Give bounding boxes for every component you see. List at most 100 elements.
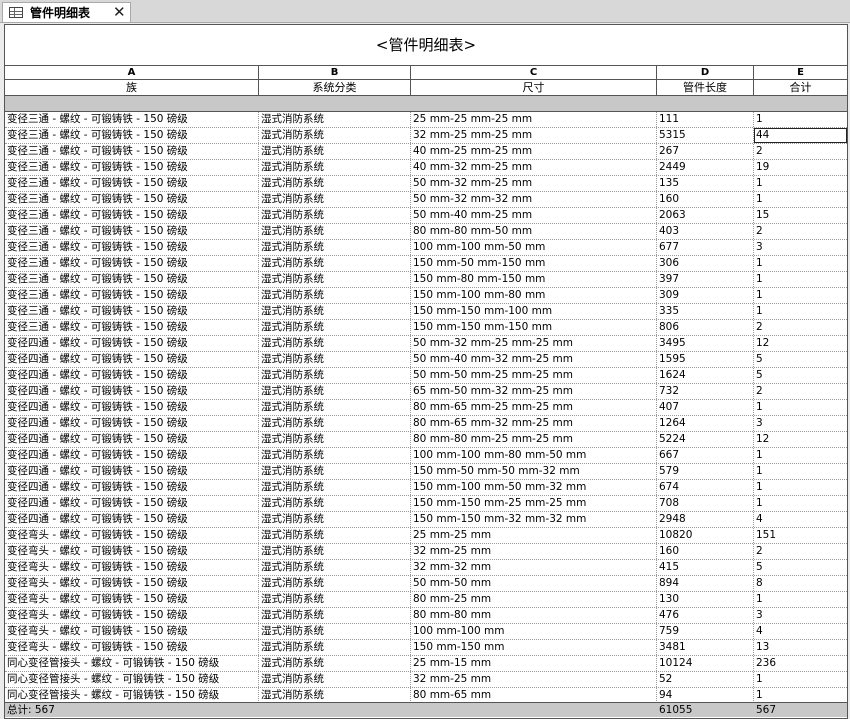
cell-size[interactable]: 150 mm-80 mm-150 mm [411, 272, 657, 287]
cell-length[interactable]: 579 [657, 464, 754, 479]
cell-family[interactable]: 变径四通 - 螺纹 - 可锻铸铁 - 150 磅级 [5, 480, 259, 495]
cell-length[interactable]: 130 [657, 592, 754, 607]
cell-system[interactable]: 湿式消防系统 [259, 608, 411, 623]
table-row[interactable]: 变径四通 - 螺纹 - 可锻铸铁 - 150 磅级 湿式消防系统 150 mm-15… [5, 496, 847, 512]
cell-length[interactable]: 397 [657, 272, 754, 287]
cell-size[interactable]: 100 mm-100 mm-50 mm [411, 240, 657, 255]
cell-size[interactable]: 50 mm-32 mm-25 mm-25 mm [411, 336, 657, 351]
cell-system[interactable]: 湿式消防系统 [259, 672, 411, 687]
column-letter-d[interactable]: D [657, 66, 754, 79]
cell-family[interactable]: 变径四通 - 螺纹 - 可锻铸铁 - 150 磅级 [5, 400, 259, 415]
cell-length[interactable]: 111 [657, 112, 754, 127]
cell-family[interactable]: 变径三通 - 螺纹 - 可锻铸铁 - 150 磅级 [5, 176, 259, 191]
cell-count[interactable]: 1 [754, 592, 847, 607]
cell-family[interactable]: 变径四通 - 螺纹 - 可锻铸铁 - 150 磅级 [5, 448, 259, 463]
cell-count[interactable]: 3 [754, 608, 847, 623]
cell-system[interactable]: 湿式消防系统 [259, 640, 411, 655]
cell-size[interactable]: 40 mm-32 mm-25 mm [411, 160, 657, 175]
cell-count[interactable]: 4 [754, 512, 847, 527]
header-size[interactable]: 尺寸 [411, 80, 657, 95]
cell-size[interactable]: 50 mm-32 mm-32 mm [411, 192, 657, 207]
cell-family[interactable]: 变径三通 - 螺纹 - 可锻铸铁 - 150 磅级 [5, 192, 259, 207]
cell-length[interactable]: 267 [657, 144, 754, 159]
cell-length[interactable]: 2948 [657, 512, 754, 527]
cell-count[interactable]: 2 [754, 384, 847, 399]
cell-count[interactable]: 44 [754, 128, 847, 143]
cell-family[interactable]: 变径三通 - 螺纹 - 可锻铸铁 - 150 磅级 [5, 304, 259, 319]
cell-family[interactable]: 变径四通 - 螺纹 - 可锻铸铁 - 150 磅级 [5, 416, 259, 431]
cell-size[interactable]: 65 mm-50 mm-32 mm-25 mm [411, 384, 657, 399]
cell-size[interactable]: 100 mm-100 mm-80 mm-50 mm [411, 448, 657, 463]
cell-size[interactable]: 50 mm-32 mm-25 mm [411, 176, 657, 191]
cell-count[interactable]: 12 [754, 336, 847, 351]
table-row[interactable]: 变径三通 - 螺纹 - 可锻铸铁 - 150 磅级 湿式消防系统 150 mm-10… [5, 288, 847, 304]
cell-count[interactable]: 2 [754, 144, 847, 159]
cell-family[interactable]: 变径三通 - 螺纹 - 可锻铸铁 - 150 磅级 [5, 128, 259, 143]
cell-family[interactable]: 变径三通 - 螺纹 - 可锻铸铁 - 150 磅级 [5, 224, 259, 239]
cell-size[interactable]: 25 mm-25 mm-25 mm [411, 112, 657, 127]
cell-system[interactable]: 湿式消防系统 [259, 560, 411, 575]
cell-count[interactable]: 13 [754, 640, 847, 655]
cell-count[interactable]: 5 [754, 560, 847, 575]
cell-length[interactable]: 403 [657, 224, 754, 239]
cell-family[interactable]: 同心变径管接头 - 螺纹 - 可锻铸铁 - 150 磅级 [5, 672, 259, 687]
cell-size[interactable]: 150 mm-150 mm-32 mm-32 mm [411, 512, 657, 527]
cell-family[interactable]: 变径三通 - 螺纹 - 可锻铸铁 - 150 磅级 [5, 144, 259, 159]
table-row[interactable]: 变径四通 - 螺纹 - 可锻铸铁 - 150 磅级 湿式消防系统 100 mm-10… [5, 448, 847, 464]
cell-length[interactable]: 708 [657, 496, 754, 511]
cell-family[interactable]: 变径弯头 - 螺纹 - 可锻铸铁 - 150 磅级 [5, 624, 259, 639]
table-row[interactable]: 变径四通 - 螺纹 - 可锻铸铁 - 150 磅级 湿式消防系统 150 mm-50… [5, 464, 847, 480]
cell-length[interactable]: 306 [657, 256, 754, 271]
tab-schedule[interactable]: 管件明细表 ✕ [2, 2, 131, 22]
cell-family[interactable]: 变径三通 - 螺纹 - 可锻铸铁 - 150 磅级 [5, 208, 259, 223]
cell-system[interactable]: 湿式消防系统 [259, 128, 411, 143]
cell-count[interactable]: 1 [754, 688, 847, 703]
cell-family[interactable]: 变径四通 - 螺纹 - 可锻铸铁 - 150 磅级 [5, 512, 259, 527]
table-row[interactable]: 变径四通 - 螺纹 - 可锻铸铁 - 150 磅级 湿式消防系统 50 mm-40 … [5, 352, 847, 368]
cell-system[interactable]: 湿式消防系统 [259, 320, 411, 335]
cell-size[interactable]: 150 mm-150 mm-25 mm-25 mm [411, 496, 657, 511]
column-letter-e[interactable]: E [754, 66, 847, 79]
cell-length[interactable]: 674 [657, 480, 754, 495]
header-family[interactable]: 族 [5, 80, 259, 95]
cell-size[interactable]: 25 mm-15 mm [411, 656, 657, 671]
table-row[interactable]: 变径四通 - 螺纹 - 可锻铸铁 - 150 磅级 湿式消防系统 50 mm-32 … [5, 336, 847, 352]
cell-family[interactable]: 变径四通 - 螺纹 - 可锻铸铁 - 150 磅级 [5, 368, 259, 383]
cell-count[interactable]: 1 [754, 448, 847, 463]
cell-size[interactable]: 50 mm-40 mm-32 mm-25 mm [411, 352, 657, 367]
table-row[interactable]: 变径弯头 - 螺纹 - 可锻铸铁 - 150 磅级 湿式消防系统 80 mm-80 … [5, 608, 847, 624]
table-row[interactable]: 变径三通 - 螺纹 - 可锻铸铁 - 150 磅级 湿式消防系统 150 mm-15… [5, 320, 847, 336]
cell-system[interactable]: 湿式消防系统 [259, 224, 411, 239]
cell-system[interactable]: 湿式消防系统 [259, 112, 411, 127]
cell-length[interactable]: 1264 [657, 416, 754, 431]
cell-size[interactable]: 25 mm-25 mm [411, 528, 657, 543]
cell-count[interactable]: 3 [754, 416, 847, 431]
cell-length[interactable]: 10820 [657, 528, 754, 543]
cell-length[interactable]: 94 [657, 688, 754, 703]
cell-count[interactable]: 4 [754, 624, 847, 639]
cell-size[interactable]: 50 mm-50 mm [411, 576, 657, 591]
cell-system[interactable]: 湿式消防系统 [259, 160, 411, 175]
table-row[interactable]: 变径四通 - 螺纹 - 可锻铸铁 - 150 磅级 湿式消防系统 80 mm-65 … [5, 416, 847, 432]
header-count[interactable]: 合计 [754, 80, 847, 95]
cell-system[interactable]: 湿式消防系统 [259, 656, 411, 671]
cell-system[interactable]: 湿式消防系统 [259, 544, 411, 559]
cell-family[interactable]: 变径弯头 - 螺纹 - 可锻铸铁 - 150 磅级 [5, 640, 259, 655]
cell-length[interactable]: 2063 [657, 208, 754, 223]
cell-system[interactable]: 湿式消防系统 [259, 592, 411, 607]
cell-system[interactable]: 湿式消防系统 [259, 512, 411, 527]
table-row[interactable]: 变径弯头 - 螺纹 - 可锻铸铁 - 150 磅级 湿式消防系统 100 mm-10… [5, 624, 847, 640]
cell-count[interactable]: 1 [754, 400, 847, 415]
cell-size[interactable]: 150 mm-100 mm-50 mm-32 mm [411, 480, 657, 495]
cell-length[interactable]: 3495 [657, 336, 754, 351]
cell-size[interactable]: 150 mm-50 mm-50 mm-32 mm [411, 464, 657, 479]
cell-family[interactable]: 变径弯头 - 螺纹 - 可锻铸铁 - 150 磅级 [5, 544, 259, 559]
cell-family[interactable]: 变径四通 - 螺纹 - 可锻铸铁 - 150 磅级 [5, 336, 259, 351]
cell-system[interactable]: 湿式消防系统 [259, 208, 411, 223]
cell-count[interactable]: 3 [754, 240, 847, 255]
cell-count[interactable]: 1 [754, 672, 847, 687]
cell-length[interactable]: 2449 [657, 160, 754, 175]
cell-size[interactable]: 100 mm-100 mm [411, 624, 657, 639]
cell-family[interactable]: 变径四通 - 螺纹 - 可锻铸铁 - 150 磅级 [5, 496, 259, 511]
cell-system[interactable]: 湿式消防系统 [259, 416, 411, 431]
